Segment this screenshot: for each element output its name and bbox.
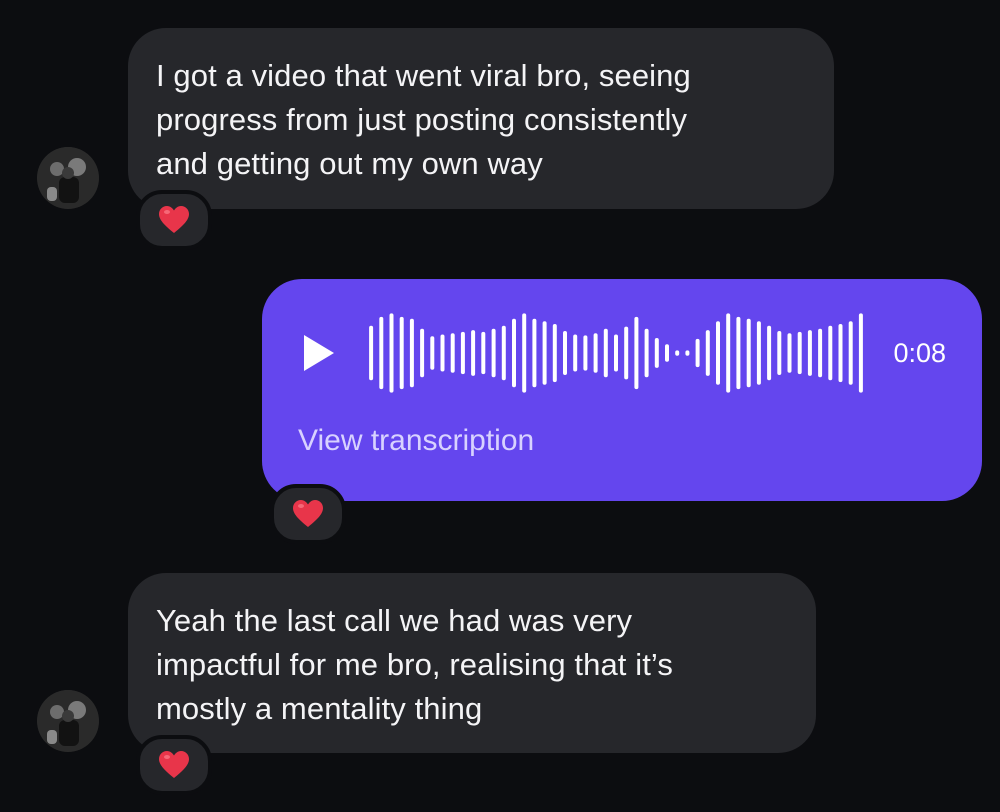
waveform-bar [460, 331, 465, 375]
heart-icon [159, 206, 189, 233]
waveform[interactable] [366, 307, 866, 399]
waveform-bar [797, 331, 802, 375]
heart-reaction[interactable] [136, 190, 212, 250]
waveform-bar [828, 325, 833, 381]
heart-reaction[interactable] [270, 484, 346, 544]
play-icon[interactable] [298, 331, 338, 375]
waveform-bar [767, 325, 772, 381]
waveform-bar [430, 336, 435, 370]
heart-icon [293, 500, 323, 527]
waveform-bar [705, 330, 710, 376]
waveform-bar [624, 326, 629, 380]
waveform-bar [389, 313, 394, 393]
waveform-bar [450, 333, 455, 373]
waveform-bar [379, 316, 384, 390]
waveform-bar [369, 325, 374, 381]
waveform-bar [440, 334, 445, 372]
waveform-bar [756, 321, 761, 385]
contact-avatar[interactable] [37, 147, 99, 209]
waveform-bar [399, 316, 404, 390]
waveform-bar [593, 333, 598, 373]
waveform-bar [818, 328, 823, 378]
waveform-bar [675, 350, 680, 356]
waveform-bar [522, 313, 527, 393]
message-text-line: mostly a mentality thing [156, 691, 483, 726]
waveform-bar [512, 318, 516, 388]
waveform-bar [552, 324, 557, 383]
waveform-bar [665, 344, 669, 362]
waveform-bar [848, 321, 853, 385]
waveform-bar [501, 325, 506, 381]
waveform-bar [409, 318, 414, 388]
outgoing-voice-message[interactable]: 0:08 View transcription [262, 279, 982, 501]
waveform-bar [420, 328, 425, 378]
waveform-bar [573, 334, 578, 372]
message-text-line: I got a video that went viral bro, seein… [156, 58, 691, 93]
waveform-bar [532, 318, 537, 388]
incoming-message-bubble[interactable]: I got a video that went viral bro, seein… [128, 28, 834, 209]
view-transcription-link[interactable]: View transcription [298, 421, 534, 461]
avatar-photo [37, 690, 99, 752]
waveform-bar [787, 333, 792, 373]
waveform-bar [654, 338, 659, 368]
waveform-bar [603, 328, 608, 378]
waveform-bar [726, 313, 731, 393]
waveform-bar [685, 350, 690, 356]
waveform-bar [644, 328, 649, 378]
waveform-bar [807, 330, 812, 376]
waveform-bar [736, 316, 741, 390]
voice-duration: 0:08 [893, 338, 946, 368]
incoming-message-bubble[interactable]: Yeah the last call we had was very impac… [128, 573, 816, 753]
heart-icon [159, 751, 189, 778]
waveform-bar [716, 321, 720, 385]
waveform-bar [583, 335, 588, 371]
waveform-bar [634, 316, 639, 390]
message-text-line: and getting out my own way [156, 146, 543, 181]
waveform-bar [563, 331, 567, 375]
waveform-bar [614, 334, 618, 372]
message-text-line: impactful for me bro, realising that it’… [156, 647, 673, 682]
waveform-bar [471, 330, 476, 376]
avatar-photo [37, 147, 99, 209]
waveform-bar [481, 331, 486, 375]
waveform-bar [542, 321, 547, 385]
waveform-bar [491, 328, 496, 378]
waveform-bar [777, 331, 782, 375]
heart-reaction[interactable] [136, 735, 212, 795]
waveform-bar [746, 318, 751, 388]
message-text-line: Yeah the last call we had was very [156, 603, 633, 638]
waveform-bar [858, 313, 863, 393]
message-text-line: progress from just posting consistently [156, 102, 688, 137]
waveform-bar [695, 338, 700, 368]
waveform-bar [838, 324, 843, 383]
contact-avatar[interactable] [37, 690, 99, 752]
